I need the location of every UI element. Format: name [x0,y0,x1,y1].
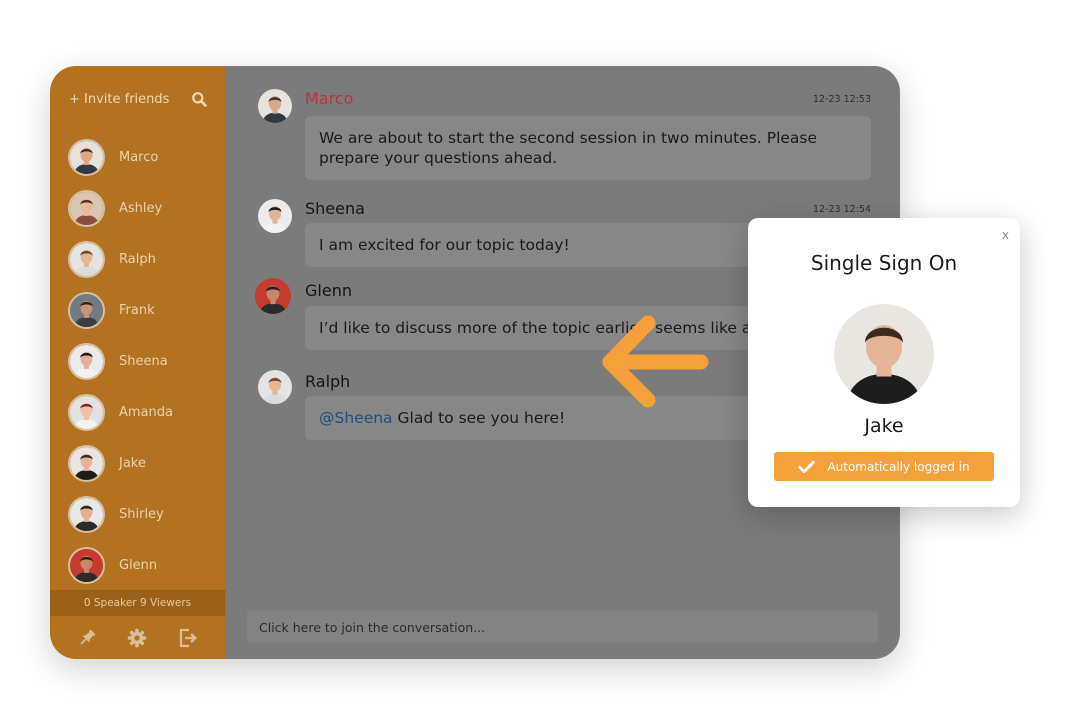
user-item-ashley[interactable]: Ashley [50,183,225,234]
avatar [68,445,105,482]
invite-friends-link[interactable]: + Invite friends [69,92,169,107]
avatar [68,547,105,584]
avatar [68,496,105,533]
check-icon [798,460,816,473]
user-list: Marco Ashley Ralph Frank Sheena Amanda J… [50,132,225,591]
user-item-marco[interactable]: Marco [50,132,225,183]
message-text: Glad to see you here! [397,409,566,427]
viewer-count: 0 Speaker 9 Viewers [50,590,225,616]
arrow-left-icon [602,315,709,408]
user-name: Glenn [119,558,158,573]
sidebar: + Invite friends Marco Ashley Ralph Fran… [50,66,225,659]
message-author: Glenn [305,281,352,300]
user-item-ralph[interactable]: Ralph [50,234,225,285]
message-avatar [258,89,292,123]
message-author: Sheena [305,199,365,218]
message-bubble: We are about to start the second session… [305,116,871,180]
user-item-sheena[interactable]: Sheena [50,336,225,387]
avatar [68,241,105,278]
user-name: Frank [119,303,155,318]
message-author: Marco [305,89,354,108]
message-avatar [255,278,291,314]
message-avatar [258,370,292,404]
search-icon[interactable] [191,91,207,107]
user-name: Amanda [119,405,173,420]
button-label: Automatically logged in [827,459,970,474]
user-item-frank[interactable]: Frank [50,285,225,336]
user-name: Jake [119,456,146,471]
message-time: 12-23 12:53 [812,94,871,105]
sso-modal: x Single Sign On Jake Automatically logg… [748,218,1020,507]
user-avatar [834,304,934,404]
user-name: Jake [864,415,904,437]
user-name: Shirley [119,507,164,522]
logout-icon[interactable] [178,628,198,648]
message-avatar [258,199,292,233]
message-author: Ralph [305,372,351,391]
avatar [68,343,105,380]
avatar [68,292,105,329]
auto-login-button[interactable]: Automatically logged in [774,452,994,481]
user-item-glenn[interactable]: Glenn [50,540,225,591]
user-name: Marco [119,150,159,165]
message-time: 12-23 12:54 [812,204,871,215]
join-conversation-input[interactable]: Click here to join the conversation... [247,611,878,643]
pin-icon[interactable] [77,628,97,648]
gear-icon[interactable] [127,628,147,648]
avatar [68,394,105,431]
close-button[interactable]: x [1002,228,1009,242]
user-name: Ashley [119,201,163,216]
user-item-shirley[interactable]: Shirley [50,489,225,540]
user-item-jake[interactable]: Jake [50,438,225,489]
modal-title: Single Sign On [810,251,958,275]
sidebar-toolbar [50,616,225,659]
user-name: Sheena [119,354,168,369]
sidebar-header: + Invite friends [50,66,225,132]
avatar [68,190,105,227]
user-name: Ralph [119,252,156,267]
user-item-amanda[interactable]: Amanda [50,387,225,438]
mention-link[interactable]: @Sheena [319,409,393,427]
avatar [68,139,105,176]
